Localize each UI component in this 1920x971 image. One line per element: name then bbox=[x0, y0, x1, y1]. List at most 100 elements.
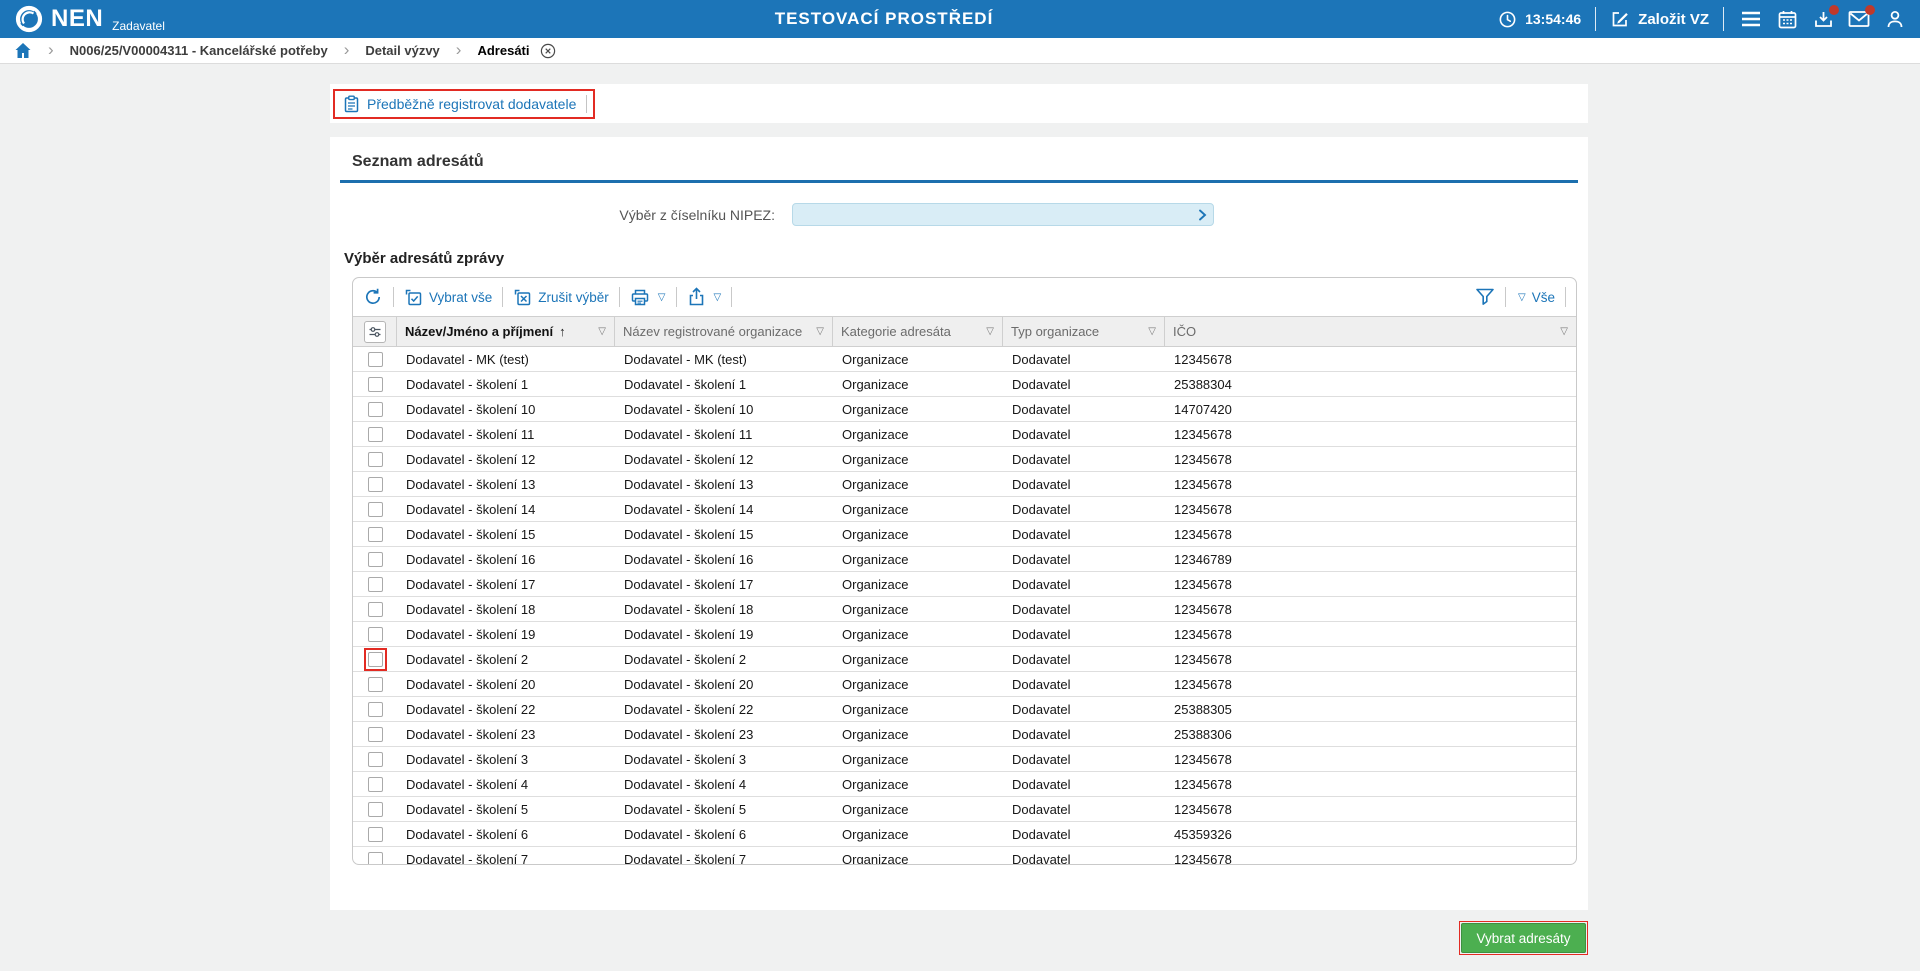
table-row[interactable]: Dodavatel - školení 11 Dodavatel - škole… bbox=[353, 422, 1576, 447]
filter-icon[interactable]: ▽ bbox=[598, 326, 606, 337]
select-addressees-button[interactable]: Vybrat adresáty bbox=[1461, 923, 1586, 953]
table-row[interactable]: Dodavatel - školení 23 Dodavatel - škole… bbox=[353, 722, 1576, 747]
column-header-category[interactable]: Kategorie adresáta ▽ bbox=[833, 317, 1003, 346]
row-checkbox[interactable] bbox=[368, 402, 383, 417]
row-checkbox[interactable] bbox=[368, 702, 383, 717]
nipez-picker-input[interactable] bbox=[792, 203, 1214, 226]
row-checkbox[interactable] bbox=[368, 627, 383, 642]
cell-name: Dodavatel - školení 3 bbox=[397, 752, 615, 767]
table-row[interactable]: Dodavatel - školení 3 Dodavatel - školen… bbox=[353, 747, 1576, 772]
row-checkbox[interactable] bbox=[368, 752, 383, 767]
table-row[interactable]: Dodavatel - školení 16 Dodavatel - škole… bbox=[353, 547, 1576, 572]
breadcrumb-item-procurement[interactable]: N006/25/V00004311 - Kancelářské potřeby bbox=[70, 43, 328, 58]
cell-name: Dodavatel - školení 4 bbox=[397, 777, 615, 792]
create-vz-button[interactable]: Založit VZ bbox=[1610, 9, 1709, 29]
current-time: 13:54:46 bbox=[1525, 11, 1581, 27]
user-profile-icon[interactable] bbox=[1882, 6, 1908, 32]
breadcrumb-item-detail-vyzvy[interactable]: Detail výzvy bbox=[365, 43, 439, 58]
row-checkbox[interactable] bbox=[368, 777, 383, 792]
filter-icon[interactable]: ▽ bbox=[816, 326, 824, 337]
table-row[interactable]: Dodavatel - školení 14 Dodavatel - škole… bbox=[353, 497, 1576, 522]
downloads-notification-dot bbox=[1829, 5, 1839, 15]
row-checkbox[interactable] bbox=[368, 377, 383, 392]
dropdown-caret-icon[interactable]: ▽ bbox=[714, 292, 722, 303]
cell-name: Dodavatel - školení 5 bbox=[397, 802, 615, 817]
cell-ico: 12346789 bbox=[1165, 552, 1576, 567]
table-row[interactable]: Dodavatel - školení 12 Dodavatel - škole… bbox=[353, 447, 1576, 472]
column-header-ico[interactable]: IČO ▽ bbox=[1165, 317, 1576, 346]
column-header-name[interactable]: Název/Jméno a příjmení ↑ ▽ bbox=[397, 317, 615, 346]
preregister-supplier-button[interactable]: Předběžně registrovat dodavatele bbox=[343, 95, 576, 113]
cell-type: Dodavatel bbox=[1003, 702, 1165, 717]
menu-hamburger-icon[interactable] bbox=[1738, 6, 1764, 32]
mail-icon[interactable] bbox=[1846, 6, 1872, 32]
chevron-right-icon[interactable] bbox=[1198, 209, 1207, 221]
table-row[interactable]: Dodavatel - MK (test) Dodavatel - MK (te… bbox=[353, 347, 1576, 372]
cell-type: Dodavatel bbox=[1003, 427, 1165, 442]
column-header-organization[interactable]: Název registrované organizace ▽ bbox=[615, 317, 833, 346]
clear-selection-button[interactable]: Zrušit výběr bbox=[513, 288, 609, 307]
cell-ico: 25388304 bbox=[1165, 377, 1576, 392]
table-row[interactable]: Dodavatel - školení 5 Dodavatel - školen… bbox=[353, 797, 1576, 822]
row-checkbox[interactable] bbox=[368, 452, 383, 467]
filter-icon[interactable]: ▽ bbox=[1148, 326, 1156, 337]
refresh-button[interactable] bbox=[363, 287, 383, 307]
downloads-tray-icon[interactable] bbox=[1810, 6, 1836, 32]
row-checkbox[interactable] bbox=[368, 827, 383, 842]
table-row[interactable]: Dodavatel - školení 4 Dodavatel - školen… bbox=[353, 772, 1576, 797]
table-row[interactable]: Dodavatel - školení 15 Dodavatel - škole… bbox=[353, 522, 1576, 547]
column-header-type[interactable]: Typ organizace ▽ bbox=[1003, 317, 1165, 346]
addressees-grid: Vybrat vše Zrušit výběr bbox=[352, 277, 1577, 865]
checkbox-wrap bbox=[364, 723, 387, 746]
cell-type: Dodavatel bbox=[1003, 502, 1165, 517]
view-all-dropdown[interactable]: ▽ Vše bbox=[1516, 290, 1555, 305]
table-row[interactable]: Dodavatel - školení 19 Dodavatel - škole… bbox=[353, 622, 1576, 647]
row-checkbox[interactable] bbox=[368, 727, 383, 742]
table-row[interactable]: Dodavatel - školení 18 Dodavatel - škole… bbox=[353, 597, 1576, 622]
close-tab-icon[interactable] bbox=[540, 43, 556, 59]
toolbar-divider bbox=[731, 287, 732, 307]
filter-icon[interactable]: ▽ bbox=[1560, 326, 1568, 337]
table-row[interactable]: Dodavatel - školení 1 Dodavatel - školen… bbox=[353, 372, 1576, 397]
cell-organization: Dodavatel - školení 5 bbox=[615, 802, 833, 817]
row-checkbox[interactable] bbox=[368, 852, 383, 865]
row-checkbox[interactable] bbox=[368, 477, 383, 492]
row-checkbox[interactable] bbox=[368, 602, 383, 617]
cell-category: Organizace bbox=[833, 452, 1003, 467]
cell-name: Dodavatel - školení 17 bbox=[397, 577, 615, 592]
nen-brand[interactable]: NEN Zadavatel bbox=[14, 4, 165, 34]
table-row[interactable]: Dodavatel - školení 7 Dodavatel - školen… bbox=[353, 847, 1576, 864]
table-row[interactable]: Dodavatel - školení 17 Dodavatel - škole… bbox=[353, 572, 1576, 597]
column-settings-icon[interactable] bbox=[364, 321, 386, 343]
export-button[interactable]: ▽ bbox=[687, 287, 722, 307]
row-checkbox[interactable] bbox=[368, 577, 383, 592]
row-checkbox[interactable] bbox=[368, 552, 383, 567]
table-row[interactable]: Dodavatel - školení 22 Dodavatel - škole… bbox=[353, 697, 1576, 722]
cell-organization: Dodavatel - školení 1 bbox=[615, 377, 833, 392]
row-checkbox[interactable] bbox=[368, 427, 383, 442]
table-row[interactable]: Dodavatel - školení 10 Dodavatel - škole… bbox=[353, 397, 1576, 422]
column-settings-cell bbox=[353, 317, 397, 346]
table-row[interactable]: Dodavatel - školení 13 Dodavatel - škole… bbox=[353, 472, 1576, 497]
print-button[interactable]: ▽ bbox=[630, 288, 666, 307]
checkbox-wrap bbox=[364, 448, 387, 471]
table-row[interactable]: Dodavatel - školení 6 Dodavatel - školen… bbox=[353, 822, 1576, 847]
row-checkbox[interactable] bbox=[368, 502, 383, 517]
row-checkbox[interactable] bbox=[368, 677, 383, 692]
row-checkbox[interactable] bbox=[368, 802, 383, 817]
cell-ico: 12345678 bbox=[1165, 477, 1576, 492]
row-checkbox[interactable] bbox=[368, 352, 383, 367]
select-all-button[interactable]: Vybrat vše bbox=[404, 288, 492, 307]
table-row[interactable]: Dodavatel - školení 2 Dodavatel - školen… bbox=[353, 647, 1576, 672]
table-row[interactable]: Dodavatel - školení 20 Dodavatel - škole… bbox=[353, 672, 1576, 697]
dropdown-caret-icon: ▽ bbox=[1518, 292, 1526, 303]
filter-icon[interactable]: ▽ bbox=[986, 326, 994, 337]
filter-funnel-button[interactable] bbox=[1475, 288, 1495, 306]
breadcrumb-item-adresati[interactable]: Adresáti bbox=[477, 43, 529, 58]
row-checkbox[interactable] bbox=[368, 652, 383, 667]
row-checkbox[interactable] bbox=[368, 527, 383, 542]
calendar-icon[interactable] bbox=[1774, 6, 1800, 32]
home-icon[interactable] bbox=[14, 42, 32, 59]
dropdown-caret-icon[interactable]: ▽ bbox=[658, 292, 666, 303]
cell-name: Dodavatel - školení 1 bbox=[397, 377, 615, 392]
